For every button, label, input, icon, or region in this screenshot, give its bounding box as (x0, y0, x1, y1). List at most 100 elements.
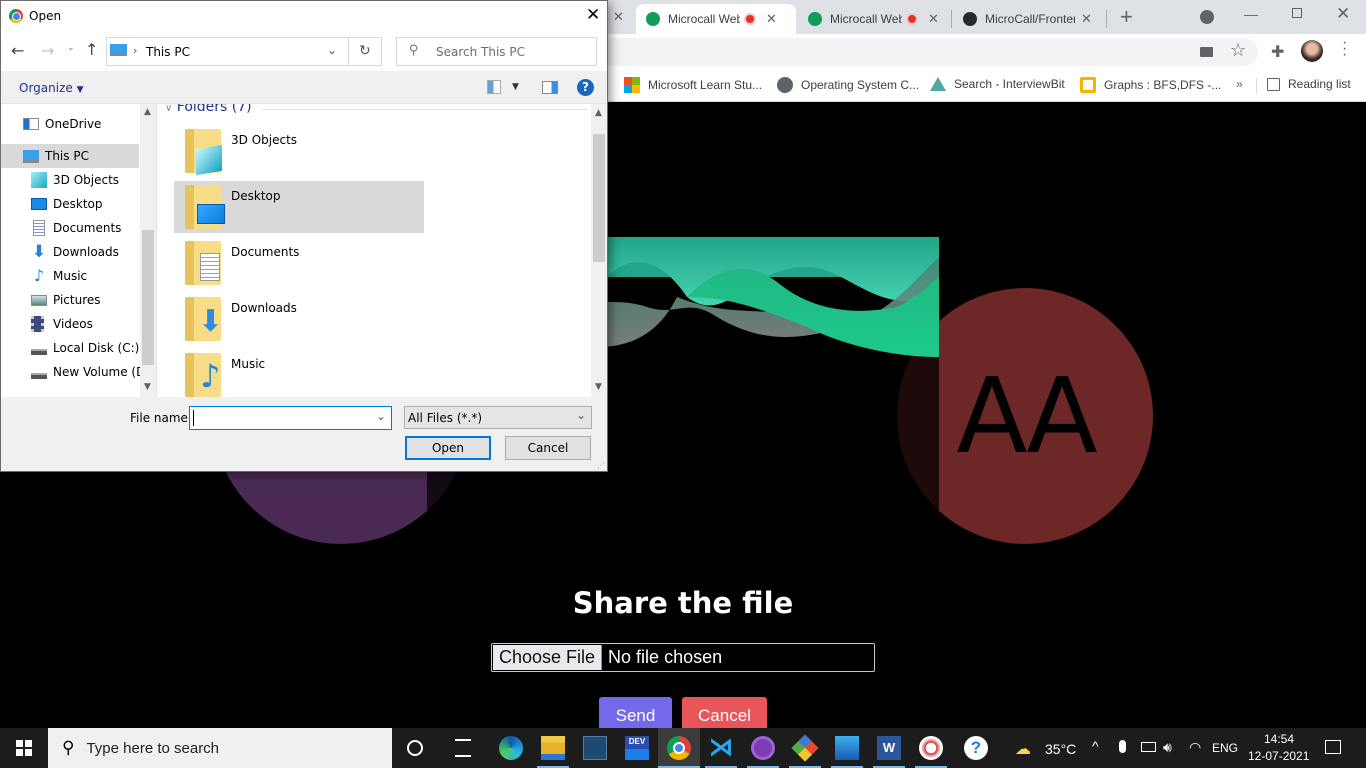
organize-button[interactable]: Organize ▼ (19, 81, 84, 95)
tab-close-icon[interactable]: ✕ (1081, 11, 1092, 27)
camera-icon[interactable] (1200, 47, 1213, 57)
open-button[interactable]: Open (405, 436, 491, 460)
tab-microcall-1[interactable]: Microcall Web ✕ (636, 4, 796, 34)
folder-downloads[interactable]: ⬇ Downloads (174, 293, 424, 345)
nav-item-new-volume[interactable]: New Volume (D:) (31, 360, 154, 384)
nav-item-desktop[interactable]: Desktop (31, 192, 103, 216)
address-field[interactable]: › This PC ⌄ (106, 37, 349, 66)
bookmark-microsoft-learn[interactable]: Microsoft Learn Stu... (624, 77, 762, 93)
start-button[interactable] (16, 740, 32, 756)
tab-close-icon[interactable]: ✕ (766, 11, 777, 27)
cancel-button[interactable]: Cancel (682, 697, 767, 728)
forward-arrow-icon[interactable]: → (41, 41, 54, 60)
scroll-down-icon[interactable]: ▼ (595, 382, 602, 392)
snipping-tool-icon[interactable] (919, 736, 943, 760)
clock-date[interactable]: 12-07-2021 (1248, 749, 1309, 763)
nav-pane-scrollbar[interactable]: ▲ ▼ (140, 104, 156, 397)
scroll-up-icon[interactable]: ▲ (595, 108, 602, 118)
up-arrow-icon[interactable]: ↑ (85, 40, 98, 59)
weather-icon[interactable]: ☁ (1015, 739, 1031, 759)
close-window-icon[interactable]: ✕ (1336, 4, 1350, 24)
restore-icon[interactable] (1292, 8, 1302, 18)
language-indicator[interactable]: ENG (1212, 741, 1238, 755)
search-field[interactable]: ⚲ Search This PC (396, 37, 597, 66)
tab-microcall-2[interactable]: Microcall Web ✕ (798, 4, 950, 34)
preview-pane-icon[interactable] (542, 81, 558, 94)
taskbar-search-box[interactable]: ⚲ Type here to search (48, 728, 392, 768)
tab-github[interactable]: MicroCall/Frontend ✕ (953, 4, 1103, 34)
bookmark-operating-system[interactable]: Operating System C... (777, 77, 919, 93)
file-name-input[interactable]: ⌄ (189, 406, 392, 430)
nav-item-this-pc[interactable]: This PC (1, 144, 139, 168)
weather-temperature[interactable]: 35°C (1045, 741, 1076, 757)
volume-icon[interactable]: 🔊︎ (1163, 739, 1172, 756)
nav-item-music[interactable]: ♪ Music (31, 264, 87, 288)
new-tab-button[interactable]: + (1120, 4, 1133, 30)
git-icon[interactable] (791, 734, 819, 762)
scroll-up-icon[interactable]: ▲ (144, 107, 151, 117)
recent-locations-icon[interactable]: ⌄ (67, 43, 75, 53)
mysql-workbench-icon[interactable] (583, 736, 607, 760)
bookmark-star-icon[interactable]: ☆ (1230, 40, 1246, 61)
folder-music[interactable]: ♪ Music (174, 349, 424, 397)
address-dropdown-icon[interactable]: ⌄ (327, 43, 337, 57)
dev-cpp-icon[interactable]: DEV (625, 736, 649, 760)
minimize-icon[interactable]: — (1244, 6, 1258, 22)
nav-item-downloads[interactable]: ⬇ Downloads (31, 240, 119, 264)
file-type-select[interactable]: All Files (*.*) ⌄ (404, 406, 592, 429)
edge-icon[interactable] (499, 736, 523, 760)
reading-list-button[interactable]: Reading list (1267, 77, 1351, 91)
bookmark-interviewbit[interactable]: Search - InterviewBit (930, 77, 1065, 91)
notifications-icon[interactable] (1325, 740, 1341, 754)
folder-desktop[interactable]: Desktop (174, 181, 424, 233)
clock-time[interactable]: 14:54 (1264, 732, 1294, 746)
profile-avatar[interactable] (1301, 40, 1323, 62)
get-help-icon[interactable]: ? (964, 736, 988, 760)
content-pane-scrollbar[interactable]: ▲ ▼ (591, 104, 607, 397)
more-bookmarks-button[interactable]: » (1236, 77, 1243, 91)
microphone-icon[interactable] (1119, 740, 1126, 753)
folder-documents[interactable]: Documents (174, 237, 424, 289)
nav-item-local-disk[interactable]: Local Disk (C:) (31, 336, 139, 360)
tab-close-icon[interactable]: ✕ (613, 9, 624, 25)
file-input[interactable]: Choose File No file chosen (491, 643, 875, 672)
file-explorer-icon[interactable] (541, 736, 565, 760)
help-icon[interactable]: ? (577, 79, 594, 96)
menu-kebab-icon[interactable]: · · · (1342, 35, 1347, 63)
send-button[interactable]: Send (599, 697, 672, 728)
bookmark-graphs[interactable]: Graphs : BFS,DFS -... (1080, 77, 1221, 93)
choose-file-button[interactable]: Choose File (493, 645, 603, 670)
change-view-icon[interactable] (487, 80, 501, 94)
tab-search-icon[interactable] (1200, 10, 1214, 24)
view-dropdown-icon[interactable]: ▼ (512, 82, 519, 92)
dialog-close-icon[interactable]: ✕ (586, 5, 600, 25)
back-arrow-icon[interactable]: ← (11, 41, 24, 60)
wifi-icon[interactable]: ◠ (1189, 739, 1201, 756)
nav-item-documents[interactable]: Documents (31, 216, 121, 240)
group-header[interactable]: ∨ Folders (7) (165, 104, 252, 115)
cortana-icon[interactable] (407, 740, 423, 756)
vscode-icon[interactable]: ⋊ (709, 736, 733, 760)
task-view-icon[interactable] (455, 739, 471, 757)
nav-item-onedrive[interactable]: OneDrive (1, 112, 139, 136)
scrollbar-thumb[interactable] (142, 230, 154, 365)
scrollbar-thumb[interactable] (593, 134, 605, 262)
folder-3d-objects[interactable]: 3D Objects (174, 125, 424, 177)
file-name-dropdown-icon[interactable]: ⌄ (376, 409, 386, 423)
dialog-cancel-button[interactable]: Cancel (505, 436, 591, 460)
photos-icon[interactable] (835, 736, 859, 760)
nav-item-videos[interactable]: Videos (31, 312, 93, 336)
extensions-icon[interactable]: ✚ (1271, 42, 1284, 62)
nav-item-pictures[interactable]: Pictures (31, 288, 101, 312)
resize-grip-icon[interactable]: ⋰ (597, 461, 605, 470)
tab-close-icon[interactable]: ✕ (928, 11, 939, 27)
breadcrumb-this-pc[interactable]: This PC (146, 45, 190, 59)
nav-item-3d-objects[interactable]: 3D Objects (31, 168, 119, 192)
battery-icon[interactable] (1141, 742, 1156, 752)
refresh-button[interactable]: ↻ (348, 37, 382, 66)
word-icon[interactable]: W (877, 736, 901, 760)
github-desktop-icon[interactable] (751, 736, 775, 760)
file-type-dropdown-icon[interactable]: ⌄ (576, 408, 586, 422)
show-hidden-icons-icon[interactable]: ^ (1092, 738, 1099, 754)
scroll-down-icon[interactable]: ▼ (144, 382, 151, 392)
